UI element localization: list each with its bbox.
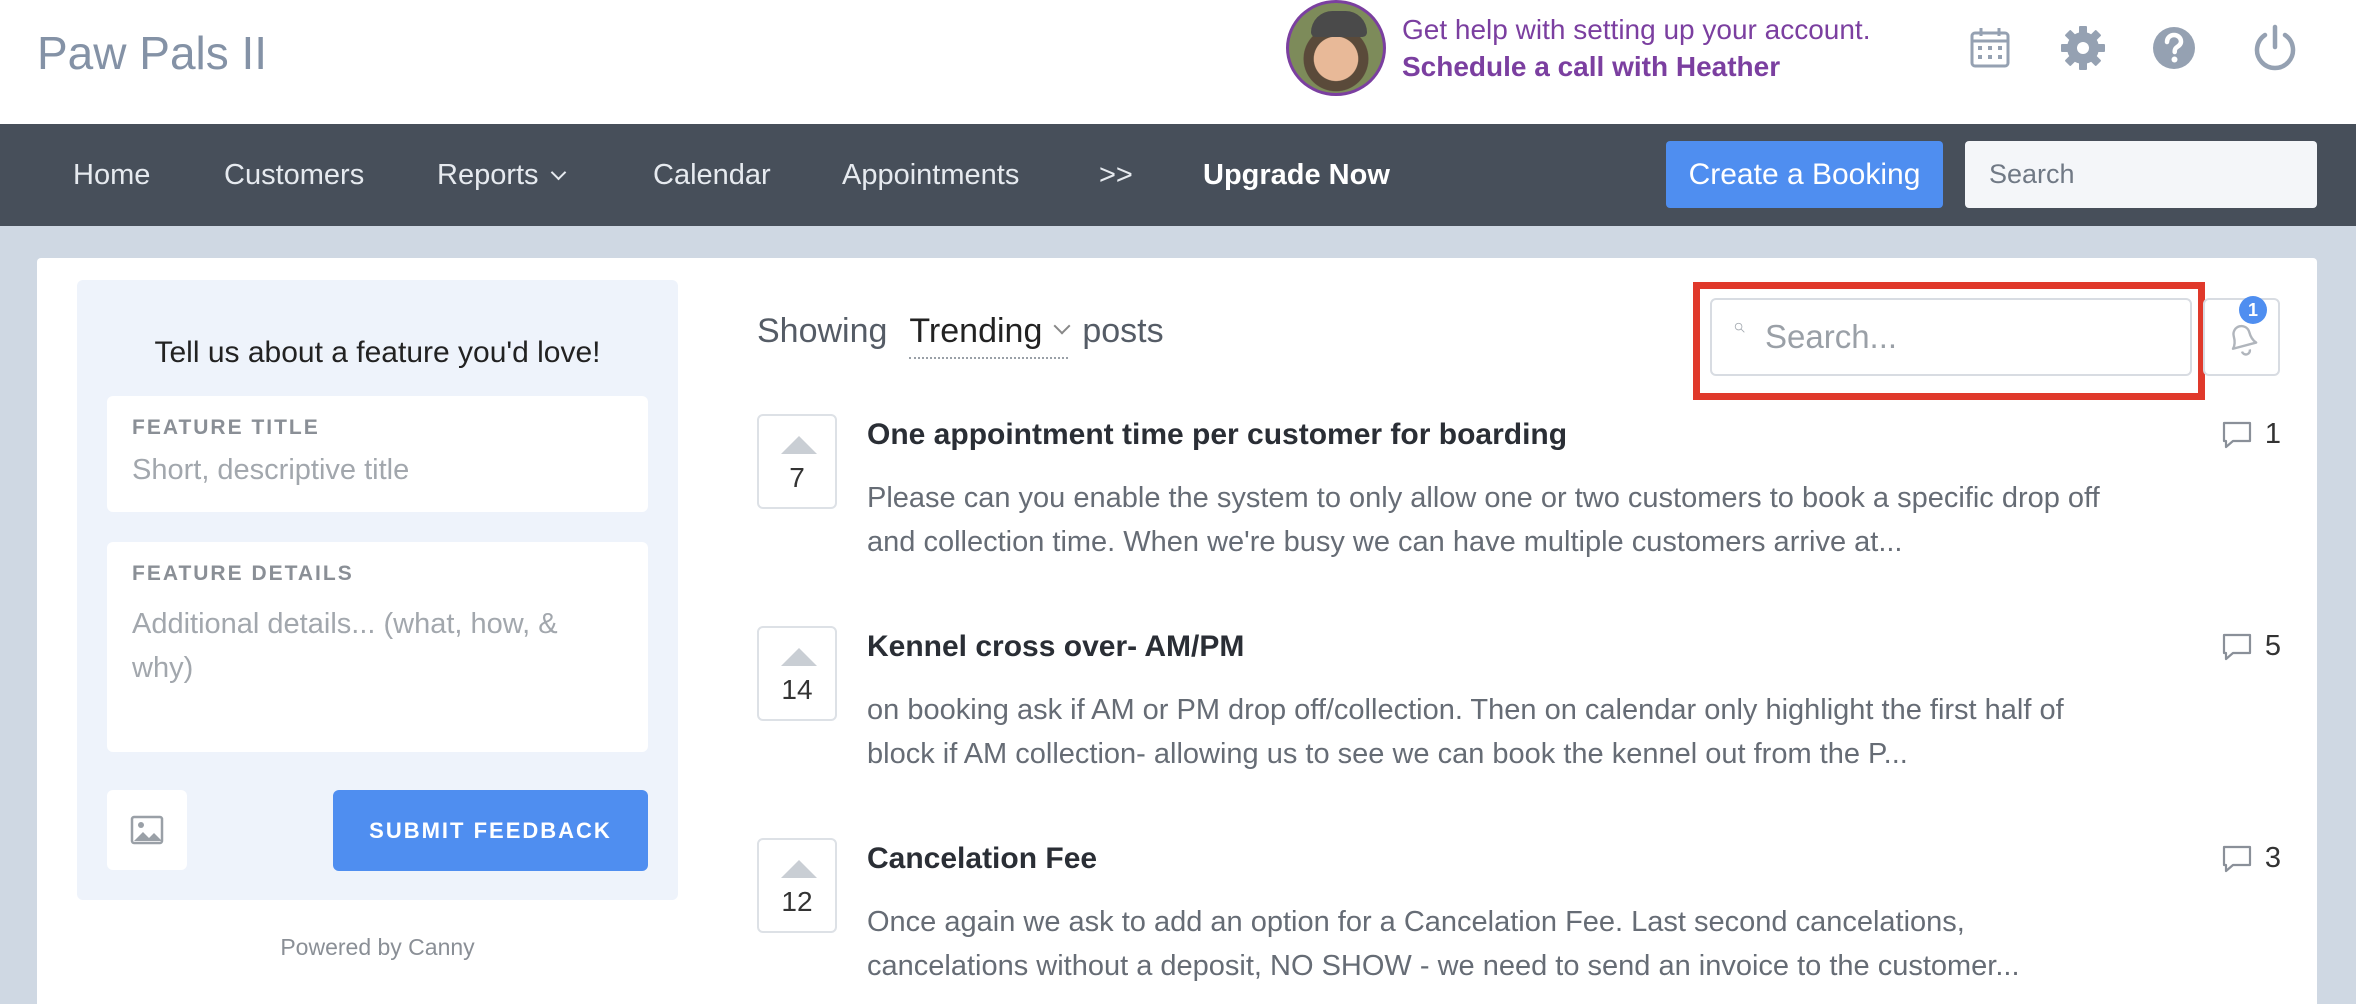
nav-customers[interactable]: Customers (224, 124, 364, 226)
vote-count: 7 (789, 462, 805, 493)
post-item[interactable]: 14 Kennel cross over- AM/PM on booking a… (757, 626, 2281, 816)
power-icon[interactable] (2251, 24, 2299, 72)
post-search-box (1710, 298, 2192, 376)
attach-image-button[interactable] (107, 790, 187, 870)
search-icon (1734, 320, 1745, 354)
post-search-input[interactable] (1765, 318, 2190, 356)
nav-reports-label: Reports (437, 159, 539, 191)
upvote-button[interactable]: 7 (757, 414, 837, 509)
nav-search-box (1965, 141, 2356, 208)
feature-title-placeholder: Short, descriptive title (132, 454, 410, 486)
comment-count-value: 1 (2264, 418, 2281, 450)
comment-count-value: 3 (2264, 842, 2281, 874)
feature-details-label: FEATURE DETAILS (132, 562, 354, 585)
sort-value: Trending (909, 312, 1043, 350)
posts-label: posts (1082, 312, 1164, 350)
submit-feedback-button[interactable]: SUBMIT FEEDBACK (333, 790, 648, 871)
feedback-board: Tell us about a feature you'd love! FEAT… (37, 258, 2317, 1004)
sort-dropdown[interactable]: Trending (909, 312, 1071, 359)
powered-by-canny-link[interactable]: Powered by Canny (77, 934, 678, 961)
feature-title-label: FEATURE TITLE (132, 416, 320, 439)
nav-home[interactable]: Home (73, 124, 150, 226)
calendar-icon[interactable] (1966, 24, 2014, 72)
help-banner: Get help with setting up your account. S… (1286, 0, 1871, 96)
vote-count: 12 (781, 886, 813, 917)
nav-upgrade-now[interactable]: Upgrade Now (1203, 124, 1390, 226)
comment-count: 5 (2221, 630, 2281, 663)
top-header: Paw Pals II Get help with setting up you… (0, 0, 2356, 124)
post-excerpt: Please can you enable the system to only… (867, 482, 2100, 558)
post-title[interactable]: One appointment time per customer for bo… (867, 418, 1567, 452)
post-title[interactable]: Cancelation Fee (867, 842, 1097, 876)
upvote-arrow-icon (781, 648, 817, 666)
chevron-down-icon (550, 164, 566, 181)
nav-reports[interactable]: Reports (437, 124, 566, 226)
chevron-down-icon (1053, 317, 1071, 334)
avatar[interactable] (1286, 0, 1386, 96)
comment-icon (2222, 845, 2251, 872)
sort-controls: Showing Trending posts (757, 312, 1164, 359)
nav-more[interactable]: >> (1099, 124, 1133, 226)
post-item[interactable]: 12 Cancelation Fee Once again we ask to … (757, 838, 2281, 1004)
schedule-call-link[interactable]: Schedule a call with Heather (1402, 48, 1871, 85)
gear-icon[interactable] (2059, 24, 2107, 72)
image-icon (130, 815, 164, 845)
comment-count: 1 (2221, 418, 2281, 451)
main-nav: Home Customers Reports Calendar Appointm… (0, 124, 2356, 226)
form-title: Tell us about a feature you'd love! (154, 336, 601, 369)
comment-count: 3 (2221, 842, 2281, 875)
upvote-button[interactable]: 14 (757, 626, 837, 721)
nav-search-input[interactable] (1965, 159, 2343, 190)
upvote-button[interactable]: 12 (757, 838, 837, 933)
post-excerpt: on booking ask if AM or PM drop off/coll… (867, 694, 2064, 770)
post-item[interactable]: 7 One appointment time per customer for … (757, 414, 2281, 604)
comment-count-value: 5 (2264, 630, 2281, 662)
feature-title-field[interactable]: FEATURE TITLE Short, descriptive title (107, 396, 648, 512)
create-booking-button[interactable]: Create a Booking (1666, 141, 1943, 208)
post-excerpt: Once again we ask to add an option for a… (867, 906, 2020, 982)
help-text: Get help with setting up your account. (1402, 14, 1871, 45)
showing-label: Showing (757, 312, 888, 350)
feature-request-form: Tell us about a feature you'd love! FEAT… (77, 280, 678, 900)
help-icon[interactable] (2150, 24, 2198, 72)
notification-badge: 1 (2239, 296, 2267, 324)
comment-icon (2222, 421, 2251, 448)
nav-appointments[interactable]: Appointments (842, 124, 1019, 226)
feature-details-placeholder: Additional details... (what, how, & why) (132, 608, 558, 684)
upvote-arrow-icon (781, 860, 817, 878)
comment-icon (2222, 633, 2251, 660)
feature-details-field[interactable]: FEATURE DETAILS Additional details... (w… (107, 542, 648, 752)
brand-name[interactable]: Paw Pals II (37, 26, 267, 80)
vote-count: 14 (781, 674, 813, 705)
nav-calendar[interactable]: Calendar (653, 124, 771, 226)
upvote-arrow-icon (781, 436, 817, 454)
post-title[interactable]: Kennel cross over- AM/PM (867, 630, 1244, 664)
